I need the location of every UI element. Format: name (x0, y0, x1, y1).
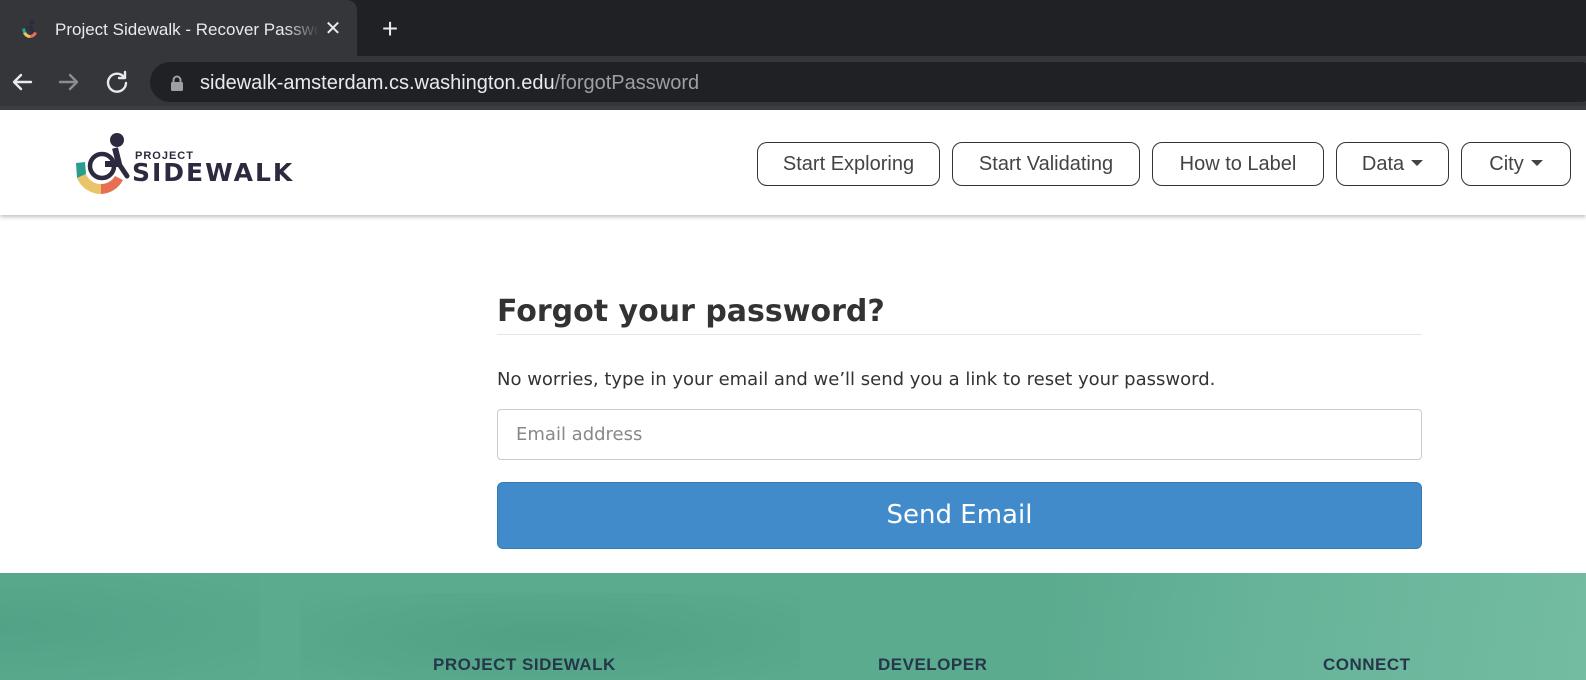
page-title: Forgot your password? (497, 294, 885, 329)
wheelchair-logo-icon (76, 133, 130, 194)
send-email-label: Send Email (886, 500, 1033, 530)
footer-background-texture (0, 573, 260, 680)
start-exploring-button[interactable]: Start Exploring (757, 142, 940, 186)
instructions-text: No worries, type in your email and we’ll… (497, 369, 1216, 390)
forward-arrow-icon[interactable] (53, 66, 85, 98)
reload-icon[interactable] (101, 66, 133, 98)
caret-down-icon (1411, 160, 1424, 167)
email-field[interactable] (497, 409, 1422, 460)
data-dropdown-button[interactable]: Data (1336, 142, 1449, 186)
start-validating-label: Start Validating (978, 153, 1114, 175)
data-dropdown-label: Data (1361, 153, 1405, 175)
back-arrow-icon[interactable] (6, 66, 38, 98)
site-header: PROJECT SIDEWALK Start Exploring Start V… (0, 110, 1586, 215)
footer-heading-project-sidewalk: PROJECT SIDEWALK (433, 655, 616, 674)
forgot-password-form: Forgot your password? No worries, type i… (497, 290, 1422, 549)
send-email-button[interactable]: Send Email (497, 482, 1422, 549)
how-to-label-label: How to Label (1179, 153, 1297, 175)
title-divider (497, 334, 1422, 335)
footer-heading-developer: DEVELOPER (878, 655, 988, 674)
site-footer: PROJECT SIDEWALK DEVELOPER CONNECT (0, 573, 1586, 680)
start-exploring-label: Start Exploring (782, 153, 915, 175)
city-dropdown-button[interactable]: City (1461, 142, 1571, 186)
city-dropdown-label: City (1489, 153, 1524, 175)
footer-heading-connect: CONNECT (1323, 655, 1411, 674)
logo-sidewalk-text: SIDEWALK (132, 158, 295, 187)
url-text[interactable]: sidewalk-amsterdam.cs.washington.edu/for… (200, 70, 699, 96)
close-tab-icon[interactable]: ✕ (322, 18, 344, 40)
project-sidewalk-logo[interactable]: PROJECT SIDEWALK (75, 132, 305, 196)
active-tab[interactable]: Project Sidewalk - Recover Password ✕ (0, 0, 357, 56)
project-sidewalk-favicon (22, 19, 37, 38)
footer-background-texture (1050, 573, 1586, 680)
tab-title-fade (285, 14, 319, 44)
url-host: sidewalk-amsterdam.cs.washington.edu (200, 72, 555, 94)
how-to-label-button[interactable]: How to Label (1152, 142, 1324, 186)
new-tab-button[interactable]: + (376, 15, 404, 44)
browser-tabstrip: Project Sidewalk - Recover Password ✕ + (0, 0, 1586, 56)
caret-down-icon (1530, 160, 1543, 167)
url-path: /forgotPassword (554, 72, 700, 94)
start-validating-button[interactable]: Start Validating (952, 142, 1140, 186)
lock-icon (171, 75, 183, 91)
tab-title: Project Sidewalk - Recover Password (55, 20, 317, 39)
